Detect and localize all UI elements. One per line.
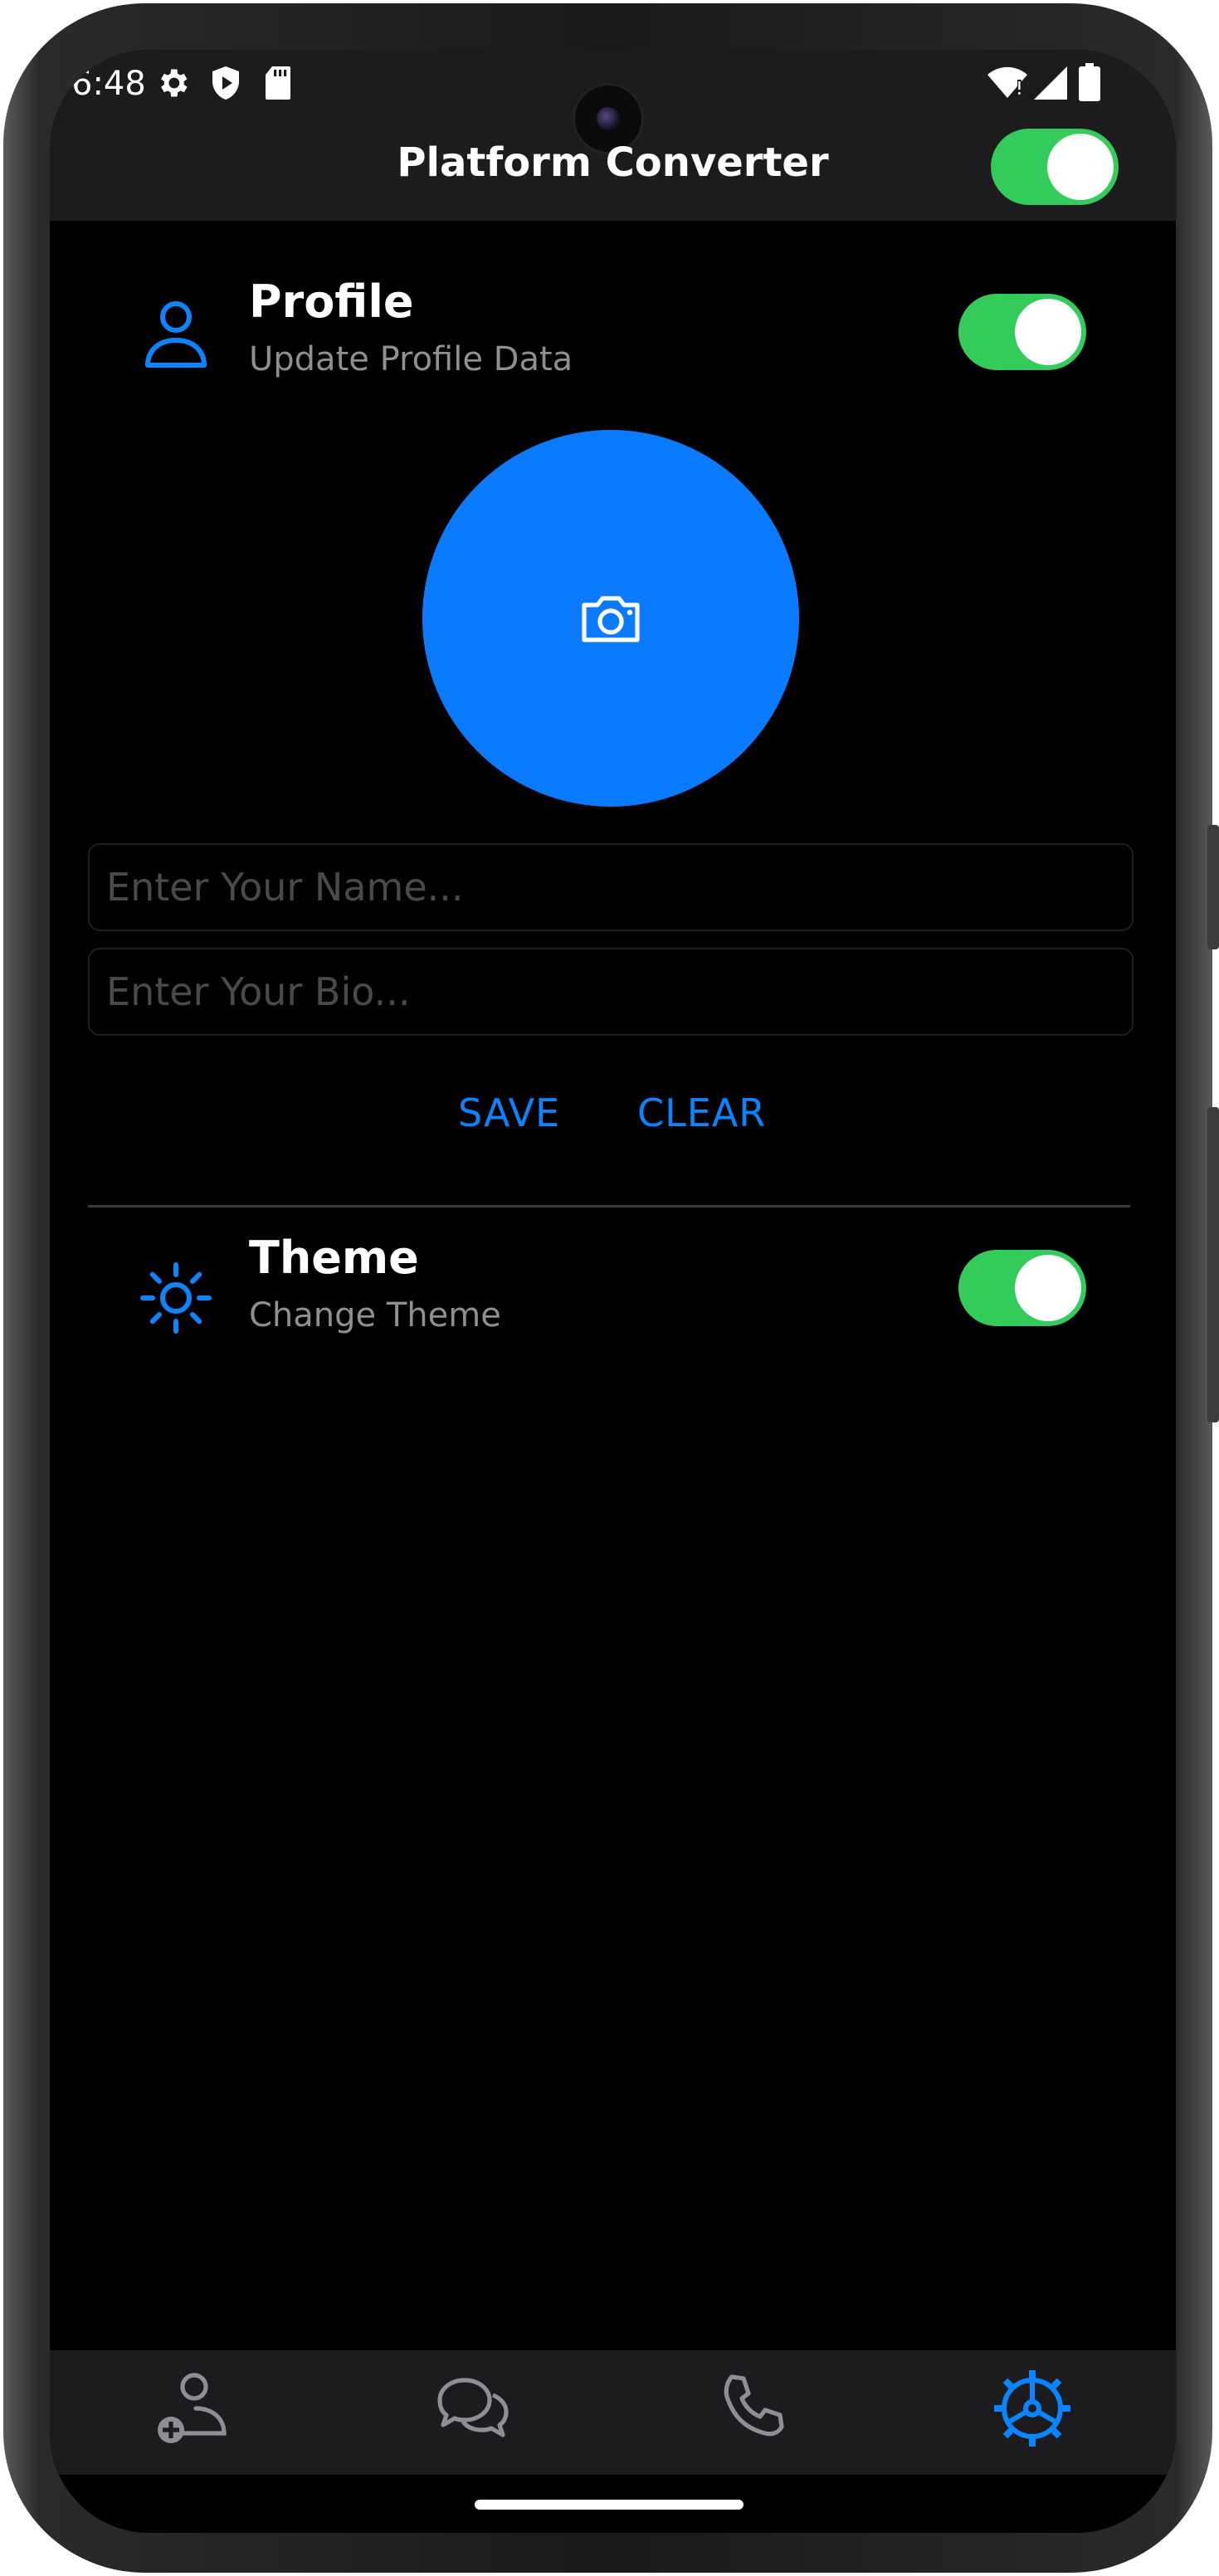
profile-subtitle: Update Profile Data — [249, 340, 573, 378]
camera-icon — [582, 596, 640, 642]
phone-icon — [724, 2374, 784, 2437]
save-button[interactable]: SAVE — [458, 1090, 560, 1135]
phone-frame: 6:48 Platform Converter Profile Update P… — [3, 3, 1219, 2573]
settings-status-icon — [161, 69, 188, 97]
home-indicator[interactable] — [475, 2500, 744, 2510]
battery-status-icon — [1079, 63, 1100, 101]
tab-add-contact[interactable] — [149, 2367, 232, 2450]
theme-switch[interactable] — [958, 1250, 1086, 1326]
shield-play-status-icon — [212, 66, 239, 100]
name-field — [88, 843, 1134, 931]
add-contact-icon — [158, 2373, 227, 2443]
signal-status-icon — [1034, 66, 1067, 100]
tab-chats[interactable] — [430, 2367, 513, 2450]
volume-button — [1207, 825, 1219, 949]
bottom-nav — [50, 2350, 1176, 2475]
wifi-status-icon — [987, 66, 1027, 98]
bio-field — [88, 948, 1134, 1036]
screen: 6:48 Platform Converter Profile Update P… — [50, 50, 1176, 2533]
theme-title: Theme — [249, 1232, 419, 1284]
bio-input[interactable] — [90, 949, 1132, 1034]
theme-subtitle: Change Theme — [249, 1296, 501, 1334]
name-input[interactable] — [90, 845, 1132, 929]
section-divider — [88, 1205, 1130, 1208]
sun-icon — [140, 1262, 212, 1334]
theme-switch-knob — [1015, 1255, 1081, 1321]
app-bar: 6:48 Platform Converter — [50, 50, 1176, 221]
profile-switch-knob — [1015, 299, 1081, 365]
profile-title: Profile — [249, 276, 414, 328]
tab-settings[interactable] — [991, 2367, 1074, 2450]
power-button — [1207, 1107, 1219, 1422]
clear-button[interactable]: CLEAR — [637, 1090, 766, 1135]
platform-switch-knob — [1047, 134, 1114, 200]
tab-calls[interactable] — [712, 2367, 795, 2450]
person-icon — [145, 301, 207, 368]
settings-icon — [994, 2370, 1070, 2447]
sd-card-status-icon — [266, 66, 290, 100]
platform-switch[interactable] — [991, 129, 1119, 205]
status-time: 6:48 — [71, 65, 146, 103]
avatar-picker[interactable] — [422, 430, 799, 807]
chat-icon — [437, 2378, 509, 2437]
profile-switch[interactable] — [958, 294, 1086, 370]
